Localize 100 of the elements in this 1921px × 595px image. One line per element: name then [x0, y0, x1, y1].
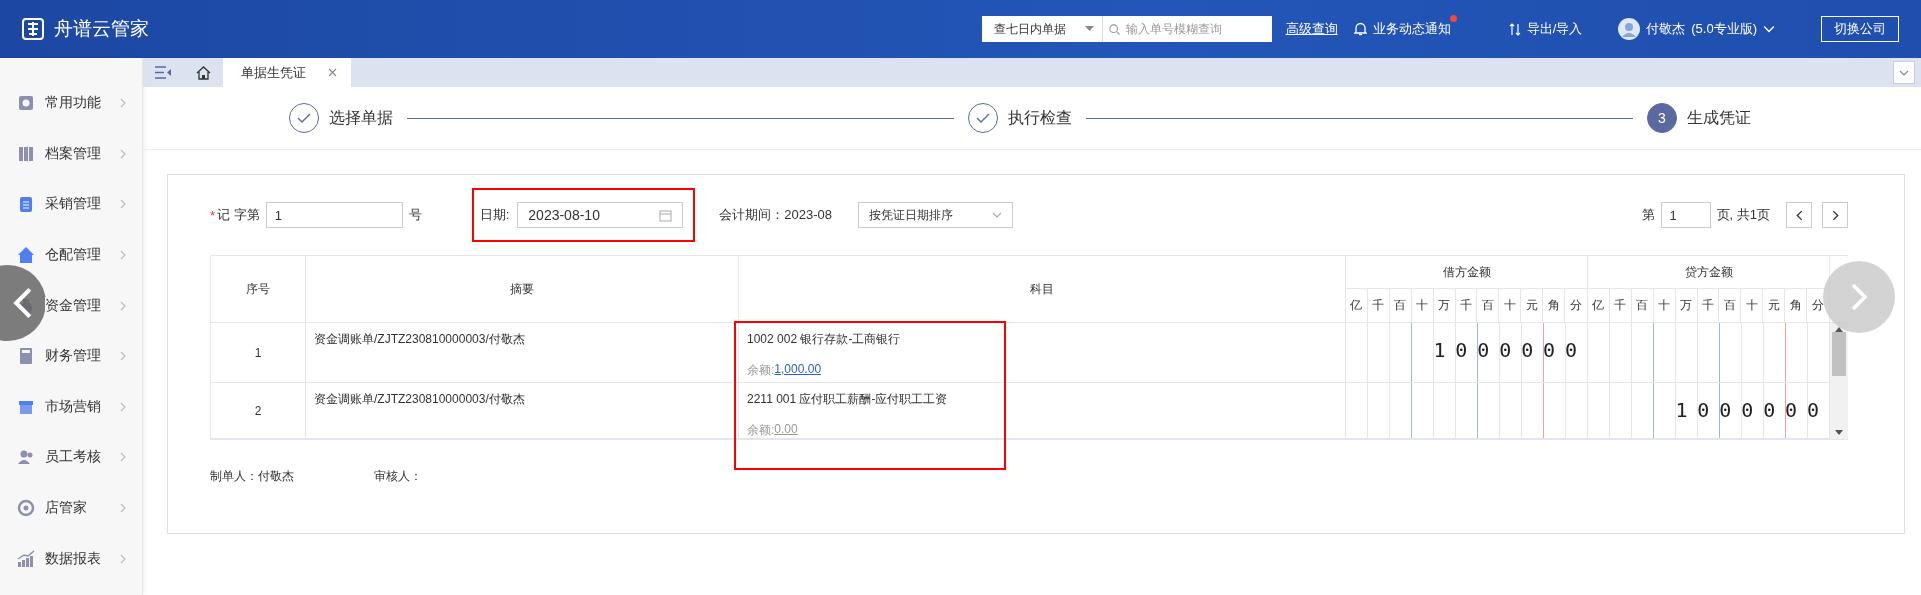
chevron-left-icon: [1793, 209, 1805, 221]
avatar-icon[interactable]: [1618, 18, 1641, 40]
sort-select[interactable]: 按凭证日期排序: [858, 202, 1014, 228]
summary-text: 资金调账单/ZJTZ230810000003/付敬杰: [314, 331, 525, 348]
advanced-search-link[interactable]: 高级查询: [1285, 20, 1338, 38]
camera-icon: [17, 94, 35, 113]
row-number: 1: [254, 345, 262, 360]
user-name[interactable]: 付敬杰: [1646, 20, 1686, 38]
amount: 1000000: [1674, 397, 1829, 423]
calendar-icon: [659, 208, 673, 222]
digit-header: 万: [1438, 297, 1451, 314]
column-header: 序号: [246, 280, 270, 298]
bar-chart-icon: [17, 549, 35, 568]
house-icon: [17, 246, 35, 265]
clipboard-icon: [17, 195, 35, 214]
export-import-link[interactable]: 导出/导入: [1526, 20, 1583, 38]
chevron-right-icon: [118, 250, 128, 261]
digit-header: 元: [1767, 297, 1780, 314]
digit-header: 亿: [1350, 297, 1363, 314]
target-icon: [17, 499, 35, 518]
accounting-period: 会计期间：2023-08: [719, 206, 833, 224]
chevron-right-icon: [118, 300, 128, 311]
subject-text: 1002 002 银行存款-工商银行: [747, 331, 902, 348]
app-title: 舟谱云管家: [54, 17, 149, 41]
sort-arrows-icon: [1508, 22, 1521, 36]
caret-icon: [1084, 26, 1094, 32]
date-field[interactable]: 2023-08-10: [517, 202, 684, 228]
digit-header: 角: [1789, 297, 1802, 314]
summary-text: 资金调账单/ZJTZ230810000003/付敬杰: [314, 391, 525, 408]
calculator-icon: [17, 347, 35, 366]
logo-icon: [22, 18, 44, 40]
required-mark: *: [210, 207, 216, 223]
voucher-number-field[interactable]: 1: [265, 202, 403, 228]
step-label: 选择单据: [329, 107, 393, 128]
digit-header: 千: [1460, 297, 1472, 314]
reviewer-label: 审核人：: [374, 468, 422, 485]
step-number: 3: [1647, 103, 1677, 133]
close-icon[interactable]: [328, 68, 337, 77]
chevron-right-icon: [118, 148, 128, 159]
digit-header: 元: [1525, 297, 1538, 314]
row-number: 2: [254, 403, 262, 418]
digit-header: 千: [1702, 297, 1714, 314]
switch-company-button[interactable]: 切换公司: [1821, 16, 1899, 42]
column-header: 借方金额: [1442, 263, 1491, 281]
maker-label: 制单人：付敬杰: [210, 468, 294, 485]
search-field[interactable]: 输入单号模糊查询: [1101, 16, 1272, 42]
digit-header: 千: [1614, 297, 1627, 314]
column-header: 摘要: [510, 280, 534, 298]
digit-header: 百: [1394, 297, 1407, 314]
page-total: 页, 共1页: [1716, 206, 1770, 224]
chevron-right-icon: [118, 452, 128, 463]
chevron-down-icon: [992, 210, 1003, 220]
digit-header: 百: [1636, 297, 1649, 314]
prev-page-button[interactable]: [1786, 202, 1812, 228]
search-icon: [1108, 22, 1120, 36]
voucher-label: 记 字第: [217, 206, 260, 224]
chevron-right-icon: [118, 401, 128, 412]
page-number-field[interactable]: 1: [1660, 202, 1711, 228]
digit-header: 万: [1680, 297, 1693, 314]
bell-icon[interactable]: [1353, 22, 1367, 36]
range-select[interactable]: 查七日内单据: [981, 16, 1102, 42]
digit-header: 分: [1812, 297, 1824, 314]
notification-link[interactable]: 业务动态通知: [1372, 20, 1451, 38]
digit-header: 百: [1481, 297, 1494, 314]
page-prefix: 第: [1641, 206, 1655, 224]
chevron-right-icon: [118, 98, 128, 109]
step-label: 执行检查: [1008, 107, 1072, 128]
balance-label: 余额:: [747, 422, 775, 439]
people-icon: [17, 448, 35, 467]
digit-header: 分: [1570, 297, 1582, 314]
home-icon[interactable]: [195, 65, 211, 80]
digit-header: 十: [1416, 297, 1429, 314]
digit-header: 千: [1372, 297, 1385, 314]
amount: 1000000: [1432, 337, 1587, 363]
digit-header: 十: [1503, 297, 1516, 314]
step-label: 生成凭证: [1687, 107, 1751, 128]
column-header: 科目: [1030, 280, 1054, 298]
tab[interactable]: 单据生凭证: [223, 58, 351, 87]
digit-header: 角: [1547, 297, 1560, 314]
subject-text: 2211 001 应付职工薪酬-应付职工工资: [747, 391, 949, 408]
chevron-right-icon: [118, 553, 128, 564]
collapse-menu-icon[interactable]: [155, 66, 171, 79]
scroll-down-icon[interactable]: [1835, 430, 1843, 435]
column-header: 贷方金额: [1684, 263, 1733, 281]
chevron-right-icon: [118, 351, 128, 362]
scrollbar[interactable]: [1830, 323, 1848, 439]
balance-label: 余额:: [747, 362, 775, 379]
voucher-suffix: 号: [408, 206, 422, 224]
digit-header: 百: [1723, 297, 1736, 314]
digit-header: 十: [1658, 297, 1671, 314]
chevron-down-icon: [1763, 23, 1775, 35]
date-label: 日期:: [479, 206, 510, 224]
next-page-button[interactable]: [1822, 202, 1848, 228]
user-edition: (5.0专业版): [1691, 20, 1757, 38]
check-icon: [976, 112, 990, 124]
balance-link[interactable]: 1,000.00: [774, 362, 822, 379]
columns-icon: [17, 144, 35, 163]
digit-header: 十: [1745, 297, 1758, 314]
check-icon: [297, 112, 311, 124]
chevron-right-icon: [118, 503, 128, 514]
